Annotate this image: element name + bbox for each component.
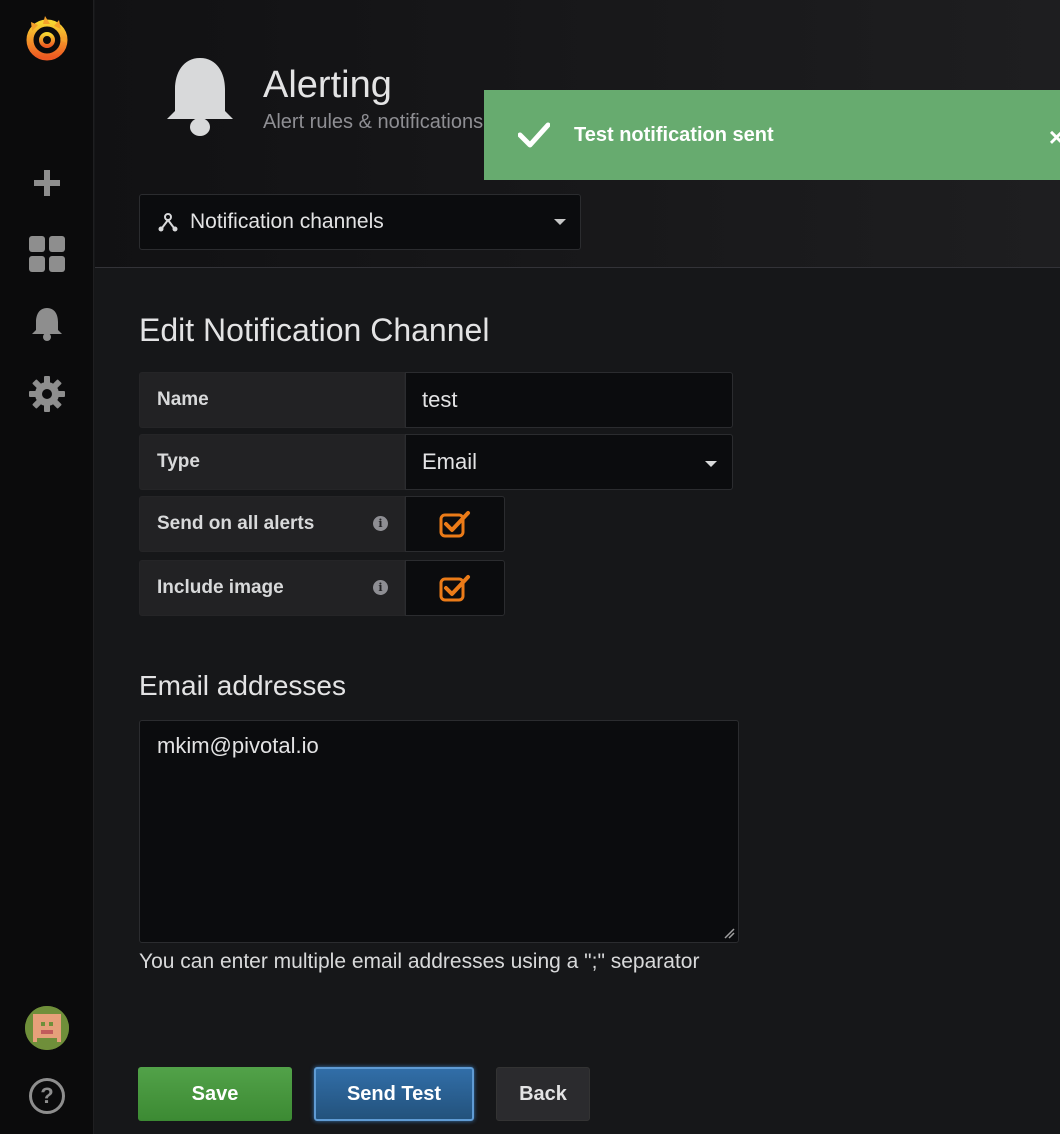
help-icon: ? [29,1078,65,1114]
page-subtitle: Alert rules & notifications [263,111,484,133]
include-image-label-cell: Include image i [139,560,405,616]
webhook-icon [158,213,178,232]
send-test-button[interactable]: Send Test [314,1067,474,1121]
checkbox-checked-icon [439,511,470,538]
include-image-checkbox[interactable] [405,560,505,616]
name-row: Name test [139,372,733,428]
toast-message: Test notification sent [574,123,774,146]
dashboard-grid-icon [29,236,65,272]
sidebar-item-configuration[interactable] [0,366,94,422]
resize-handle-icon[interactable] [723,927,735,939]
type-row: Type Email [139,434,733,490]
include-image-label: Include image [157,577,284,598]
notification-channels-select[interactable]: Notification channels [139,194,581,250]
chevron-down-icon [705,461,717,467]
send-all-row: Send on all alerts i [139,496,505,552]
sidebar-item-create[interactable] [0,155,94,211]
success-toast: Test notification sent × [484,90,1060,180]
email-addresses-textarea[interactable]: mkim@pivotal.io [139,720,739,943]
info-icon[interactable]: i [373,516,388,531]
checkbox-checked-icon [439,575,470,602]
send-all-label-cell: Send on all alerts i [139,496,405,552]
back-button[interactable]: Back [496,1067,590,1121]
email-hint-text: You can enter multiple email addresses u… [139,950,700,973]
plus-icon [34,170,60,196]
send-all-checkbox[interactable] [405,496,505,552]
sidebar-item-dashboards[interactable] [0,226,94,282]
bell-icon [32,308,62,341]
email-addresses-value: mkim@pivotal.io [157,733,319,758]
send-all-label: Send on all alerts [157,513,315,534]
close-icon[interactable]: × [1049,122,1060,153]
bell-icon [165,55,235,146]
sidebar: ? [0,0,94,1134]
sidebar-item-help[interactable]: ? [0,1068,94,1124]
page-title: Alerting [263,64,392,106]
sidebar-item-alerting[interactable] [0,296,94,352]
name-label: Name [139,372,405,428]
email-section-title: Email addresses [139,670,346,701]
avatar [25,1006,69,1050]
type-select[interactable]: Email [405,434,733,490]
form-title: Edit Notification Channel [139,312,490,348]
save-button[interactable]: Save [138,1067,292,1121]
sidebar-item-profile[interactable] [0,1000,94,1056]
type-select-value: Email [422,449,478,474]
notification-channels-label: Notification channels [190,210,384,233]
gear-icon [29,376,65,412]
checkmark-icon [518,122,550,148]
info-icon[interactable]: i [373,580,388,595]
name-input[interactable]: test [405,372,733,428]
include-image-row: Include image i [139,560,505,616]
type-label: Type [139,434,405,490]
grafana-logo-icon[interactable] [0,8,94,68]
chevron-down-icon [554,219,566,225]
